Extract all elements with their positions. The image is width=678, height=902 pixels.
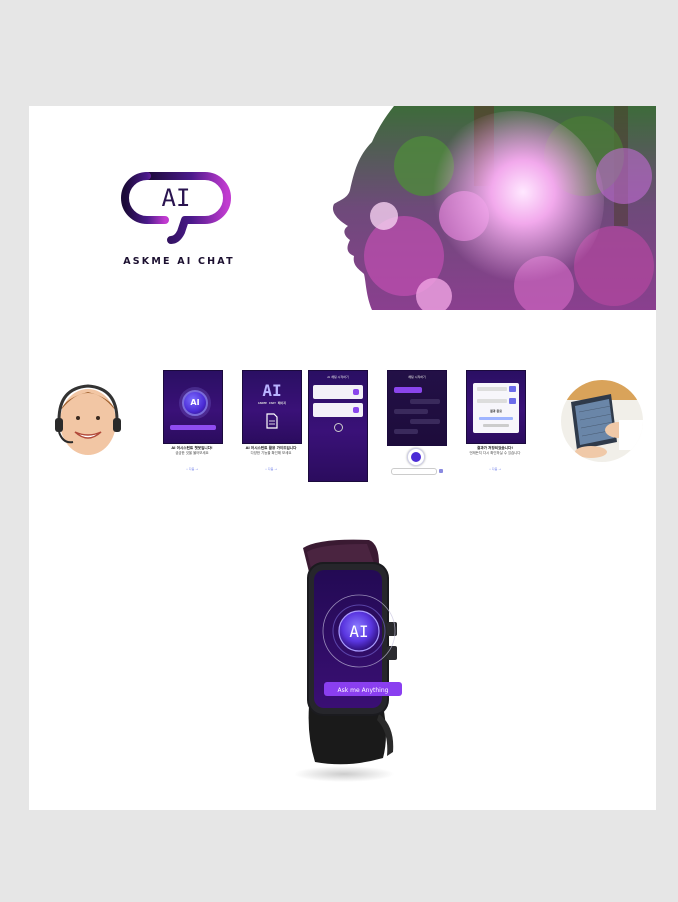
screen4-header: 채팅 시작하기 xyxy=(408,375,426,379)
guide-ai-logo: AI xyxy=(262,381,282,400)
send-icon[interactable] xyxy=(353,389,359,395)
bot-message-1 xyxy=(410,399,440,404)
app-screens-strip: AI AI 어시스턴트 챗봇입니다! 궁금한 것을 물어보세요 • 다음 → AI… xyxy=(29,334,656,494)
user-message xyxy=(394,387,422,393)
document-icon xyxy=(266,413,278,429)
screen3-header: AI 채팅 시작하기 xyxy=(327,375,349,379)
ai-logo-icon: AI xyxy=(182,389,208,416)
chat-send-icon[interactable] xyxy=(439,469,443,473)
bot-message-4 xyxy=(394,429,418,434)
headset-person-photo xyxy=(51,380,125,460)
hero-banner: AI ASKME AI CHAT xyxy=(29,106,656,310)
laptop-hands-photo xyxy=(561,380,643,462)
screen2-next-link[interactable]: • 다음 → xyxy=(248,467,294,471)
bot-message-3 xyxy=(410,419,440,424)
screen2-caption: AI 어시스턴트 활용 가이드입니다 다양한 기능을 확인해 보세요 xyxy=(245,446,297,455)
screen-chat: 채팅 시작하기 xyxy=(387,370,447,446)
screen5-caption: 결과가 저장되었습니다! 언제든지 다시 확인하실 수 있습니다 xyxy=(469,446,521,455)
screen-home: AI xyxy=(163,370,223,444)
logo-ai-text: AI xyxy=(162,184,191,212)
result-card: 결과 완료 xyxy=(473,383,519,433)
chat-ai-button[interactable] xyxy=(407,448,425,466)
guide-subtitle: ASKME CHAT 페이지 xyxy=(257,401,287,405)
screen-guide: AI ASKME CHAT 페이지 xyxy=(242,370,302,444)
loading-icon xyxy=(334,423,343,432)
screen1-caption: AI 어시스턴트 챗봇입니다! 궁금한 것을 물어보세요 xyxy=(171,446,213,455)
brand-name: ASKME AI CHAT xyxy=(123,256,235,267)
result-label: 결과 완료 xyxy=(489,409,503,413)
showcase-panel: AI ASKME AI CHAT AI AI 어시스턴트 챗봇입니다! 궁금한 … xyxy=(29,106,656,810)
brand-logo: AI ASKME AI CHAT xyxy=(109,168,249,278)
chat-input-field[interactable] xyxy=(391,468,437,475)
screen-result: 결과 완료 xyxy=(466,370,526,444)
chat-bubble-logo-icon: AI xyxy=(121,172,231,244)
smartwatch-image: AI Ask me Anything xyxy=(279,536,409,786)
screen5-next-link[interactable]: • 다음 → xyxy=(472,467,518,471)
send-icon-2[interactable] xyxy=(353,407,359,413)
screen1-button[interactable] xyxy=(169,425,217,430)
forest-face-image xyxy=(332,106,656,310)
bot-message-2 xyxy=(394,409,428,414)
screen-chat-start: AI 채팅 시작하기 xyxy=(308,370,368,482)
screen1-next-link[interactable]: • 다음 → xyxy=(169,467,215,471)
watch-ask-label: Ask me Anything xyxy=(338,687,389,694)
watch-ai-logo: AI xyxy=(349,622,368,641)
